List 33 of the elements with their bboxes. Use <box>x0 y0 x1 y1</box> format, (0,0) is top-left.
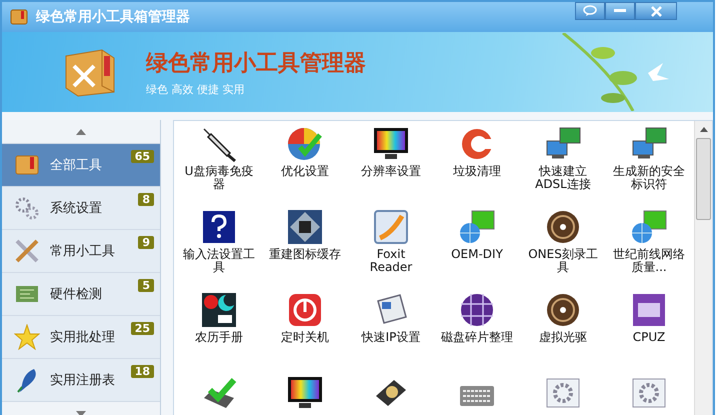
category-item[interactable]: 系统设置 8 <box>2 187 160 230</box>
tool-label[interactable]: ONES刻录工具 <box>526 248 600 274</box>
count-badge: 25 <box>130 322 154 335</box>
banner-subtitle: 绿色 高效 便捷 实用 <box>146 82 246 96</box>
category-item[interactable]: 常用小工具 9 <box>2 230 160 273</box>
category-item[interactable]: 全部工具 65 <box>2 144 160 187</box>
tool-label[interactable]: 磁盘碎片整理 <box>441 331 513 344</box>
tool-label[interactable]: U盘病毒免疫器 <box>182 165 256 191</box>
banner-title: 绿色常用小工具管理器 <box>146 50 366 78</box>
count-badge: 9 <box>138 236 154 249</box>
tool-label[interactable]: 生成新的安全标识符 <box>612 165 686 191</box>
category-item[interactable]: 实用批处理 25 <box>2 316 160 359</box>
tool-label[interactable]: 快速建立ADSL连接 <box>526 165 600 191</box>
tool-label[interactable]: 农历手册 <box>195 331 243 344</box>
tool-label[interactable]: OEM-DIY <box>451 248 503 261</box>
tool-label[interactable]: CPUZ <box>632 331 666 344</box>
tool-label[interactable]: 分辨率设置 <box>361 165 421 178</box>
tool-label[interactable]: 优化设置 <box>281 165 329 178</box>
count-badge: 8 <box>138 193 154 206</box>
count-badge: 18 <box>130 365 154 378</box>
tool-label[interactable]: Foxit Reader <box>354 248 428 274</box>
tool-label[interactable]: 定时关机 <box>281 331 329 344</box>
count-badge: 5 <box>138 279 154 292</box>
window-title: 绿色常用小工具箱管理器 <box>36 8 190 26</box>
category-item[interactable]: 实用注册表 18 <box>2 359 160 402</box>
tool-label[interactable]: 重建图标缓存 <box>269 248 341 261</box>
category-item[interactable]: 硬件检测 5 <box>2 273 160 316</box>
tool-label[interactable]: 快速IP设置 <box>362 331 420 344</box>
tool-label[interactable]: 世纪前线网络质量... <box>612 248 686 274</box>
count-badge: 65 <box>130 150 154 163</box>
tool-label[interactable]: 虚拟光驱 <box>539 331 587 344</box>
tool-label[interactable]: 垃圾清理 <box>453 165 501 178</box>
tool-label[interactable]: 输入法设置工具 <box>182 248 256 274</box>
